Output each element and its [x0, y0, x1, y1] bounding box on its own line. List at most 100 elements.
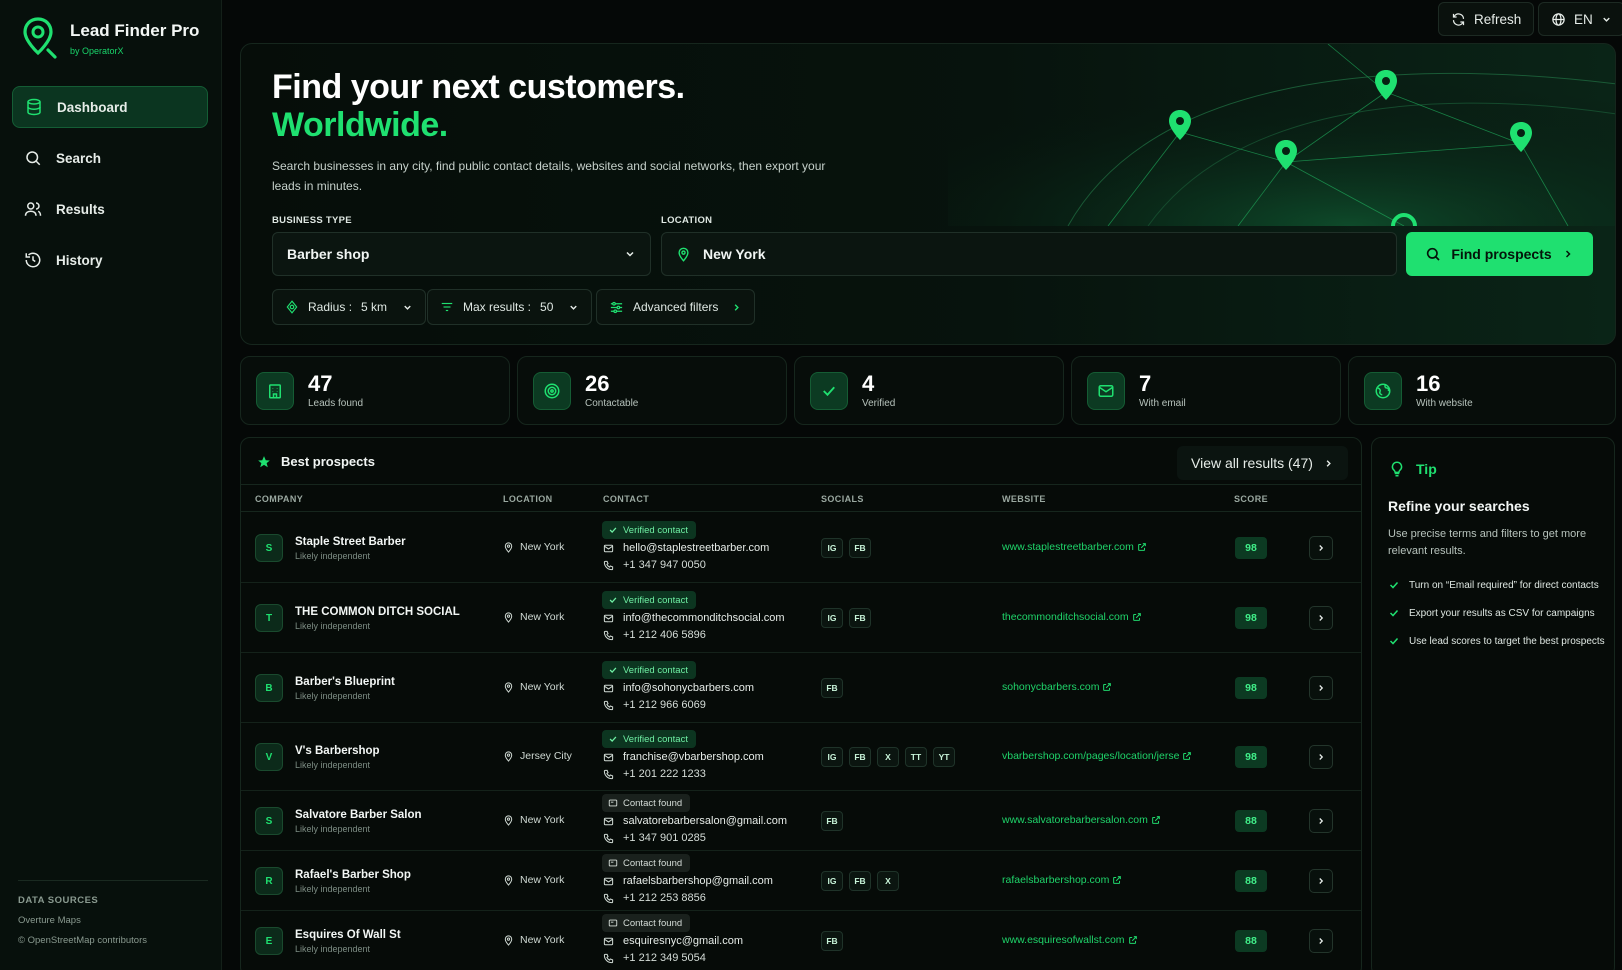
phone-line[interactable]: +1 347 901 0285: [603, 832, 706, 844]
refresh-button[interactable]: Refresh: [1438, 2, 1535, 36]
advanced-filters-button[interactable]: Advanced filters: [596, 289, 756, 325]
table-row[interactable]: T THE COMMON DITCH SOCIAL Likely independe…: [241, 583, 1361, 653]
social-badge[interactable]: IG: [821, 871, 843, 891]
column-header-score[interactable]: SCORE: [1234, 494, 1268, 504]
table-row[interactable]: S Salvatore Barber Salon Likely independen…: [241, 791, 1361, 851]
company-name[interactable]: THE COMMON DITCH SOCIAL: [295, 606, 460, 618]
chevron-right-icon: [1565, 250, 1571, 258]
social-badge[interactable]: YT: [933, 747, 955, 767]
email-line[interactable]: info@thecommonditchsocial.com: [603, 612, 785, 624]
website-link[interactable]: www.esquiresofwallst.com: [1002, 934, 1138, 946]
score-badge: 98: [1235, 677, 1267, 699]
social-badge[interactable]: FB: [849, 538, 871, 558]
website-link[interactable]: rafaelsbarbershop.com: [1002, 874, 1122, 886]
phone-line[interactable]: +1 212 253 8856: [603, 892, 706, 904]
company-name[interactable]: V's Barbershop: [295, 745, 380, 757]
table-row[interactable]: S Staple Street Barber Likely independent N…: [241, 513, 1361, 583]
social-badge[interactable]: FB: [821, 678, 843, 698]
social-badge[interactable]: IG: [821, 608, 843, 628]
table-row[interactable]: V V's Barbershop Likely independent Jersey …: [241, 723, 1361, 791]
tip-item-text: Export your results as CSV for campaigns: [1409, 607, 1595, 619]
website-text: rafaelsbarbershop.com: [1002, 874, 1110, 886]
open-lead-button[interactable]: [1309, 745, 1333, 769]
social-badge[interactable]: FB: [821, 931, 843, 951]
social-badge[interactable]: FB: [849, 608, 871, 628]
phone-line[interactable]: +1 212 406 5896: [603, 629, 706, 641]
social-badge[interactable]: X: [877, 747, 899, 767]
sidebar-item-history[interactable]: History: [12, 239, 208, 281]
radius-select[interactable]: Radius : 5 km: [272, 289, 427, 325]
email-line[interactable]: rafaelsbarbershop@gmail.com: [603, 875, 773, 887]
data-sources-title: DATA SOURCES: [18, 895, 99, 906]
social-badge[interactable]: FB: [849, 747, 871, 767]
phone-line[interactable]: +1 347 947 0050: [603, 559, 706, 571]
open-lead-button[interactable]: [1309, 536, 1333, 560]
language-selector[interactable]: EN: [1538, 2, 1622, 36]
check-icon: [810, 371, 848, 410]
column-header-contact[interactable]: CONTACT: [603, 494, 649, 504]
company-name[interactable]: Staple Street Barber: [295, 536, 406, 548]
company-name[interactable]: Salvatore Barber Salon: [295, 809, 422, 821]
chevron-right-icon: [1319, 615, 1324, 621]
brand[interactable]: Lead Finder Pro by OperatorX: [22, 16, 199, 60]
open-lead-button[interactable]: [1309, 606, 1333, 630]
email-line[interactable]: franchise@vbarbershop.com: [603, 751, 764, 763]
mail-icon: [603, 684, 614, 692]
website-link[interactable]: www.salvatorebarbersalon.com: [1002, 814, 1161, 826]
table-row[interactable]: B Barber's Blueprint Likely independent New…: [241, 653, 1361, 723]
phone-line[interactable]: +1 212 349 5054: [603, 952, 706, 964]
chevron-right-icon: [1319, 545, 1324, 551]
website-link[interactable]: thecommonditchsocial.com: [1002, 611, 1142, 623]
email-line[interactable]: hello@staplestreetbarber.com: [603, 542, 769, 554]
sidebar-item-search[interactable]: Search: [12, 137, 208, 179]
tip-label: Tip: [1416, 461, 1437, 477]
social-badge[interactable]: FB: [821, 811, 843, 831]
company-avatar: S: [255, 807, 283, 835]
email-line[interactable]: salvatorebarbersalon@gmail.com: [603, 815, 787, 827]
social-badge[interactable]: TT: [905, 747, 927, 767]
table-header: COMPANY LOCATION CONTACT SOCIALS WEBSITE…: [241, 484, 1361, 512]
phone-line[interactable]: +1 212 966 6069: [603, 699, 706, 711]
company-name[interactable]: Barber's Blueprint: [295, 676, 395, 688]
location-text: New York: [520, 874, 565, 886]
table-row[interactable]: R Rafael's Barber Shop Likely independent N…: [241, 851, 1361, 911]
open-lead-button[interactable]: [1309, 809, 1333, 833]
social-badge[interactable]: IG: [821, 538, 843, 558]
users-icon: [24, 202, 42, 216]
column-header-location[interactable]: LOCATION: [503, 494, 553, 504]
location-input[interactable]: New York: [661, 232, 1397, 276]
view-all-results-button[interactable]: View all results (47): [1177, 446, 1348, 480]
business-type-select[interactable]: Barber shop: [272, 232, 651, 276]
column-header-company[interactable]: COMPANY: [255, 494, 303, 504]
max-results-select[interactable]: Max results : 50: [427, 289, 593, 325]
company-name[interactable]: Rafael's Barber Shop: [295, 869, 411, 881]
column-header-socials[interactable]: SOCIALS: [821, 494, 864, 504]
social-badge[interactable]: IG: [821, 747, 843, 767]
email-line[interactable]: esquiresnyc@gmail.com: [603, 935, 743, 947]
sidebar-item-results[interactable]: Results: [12, 188, 208, 230]
website-link[interactable]: vbarbershop.com/pages/location/jerse: [1002, 750, 1192, 762]
column-header-website[interactable]: WEBSITE: [1002, 494, 1046, 504]
open-lead-button[interactable]: [1309, 929, 1333, 953]
company-name[interactable]: Esquires Of Wall St: [295, 929, 401, 941]
email-line[interactable]: info@sohonycbarbers.com: [603, 682, 754, 694]
open-lead-button[interactable]: [1309, 676, 1333, 700]
table-row[interactable]: E Esquires Of Wall St Likely independent Ne…: [241, 911, 1361, 970]
website-link[interactable]: sohonycbarbers.com: [1002, 681, 1112, 693]
social-badge[interactable]: X: [877, 871, 899, 891]
contact-status-text: Contact found: [623, 857, 683, 869]
phone-text: +1 212 966 6069: [623, 699, 706, 711]
sidebar-item-dashboard[interactable]: Dashboard: [12, 86, 208, 128]
website-link[interactable]: www.staplestreetbarber.com: [1002, 541, 1147, 553]
social-badge[interactable]: FB: [849, 871, 871, 891]
location-text: New York: [520, 681, 565, 693]
phone-text: +1 347 947 0050: [623, 559, 706, 571]
phone-line[interactable]: +1 201 222 1233: [603, 768, 706, 780]
find-prospects-button[interactable]: Find prospects: [1406, 232, 1593, 276]
location-pin-icon: [678, 247, 689, 262]
socials-cell: IG FB X TT YT: [821, 747, 955, 767]
location-pin-icon: [504, 611, 513, 623]
location-pin-logo-icon: [23, 17, 57, 59]
open-lead-button[interactable]: [1309, 869, 1333, 893]
mail-icon: [603, 614, 614, 622]
